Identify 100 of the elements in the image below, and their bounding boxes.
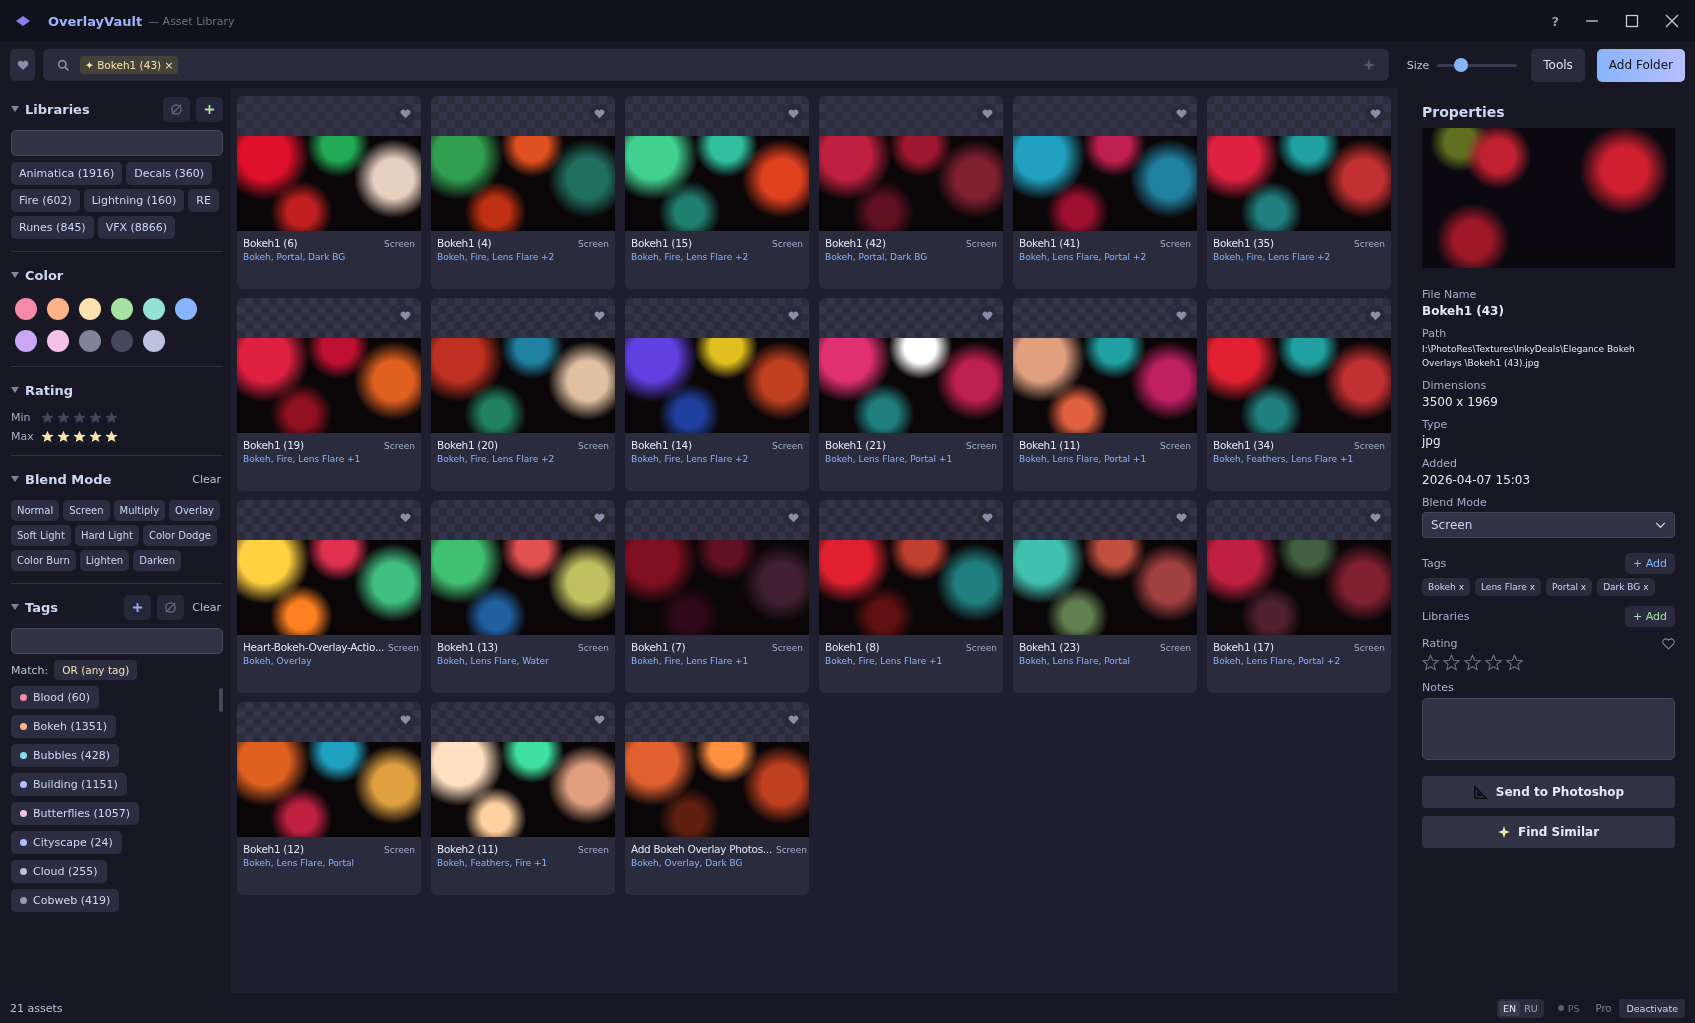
asset-card[interactable]: Bokeh1 (19) Screen Bokeh, Fire, Lens Flare +1 [237,298,421,491]
search-field[interactable]: ✦ Bokeh1 (43) × [43,49,1389,81]
add-library-button[interactable]: + Add [1625,606,1675,627]
clear-button[interactable]: Clear [190,472,223,486]
tag-chip[interactable]: Cityscape (24) [11,831,122,854]
tag-chip[interactable]: Cobweb (419) [11,889,120,912]
tag-chip[interactable]: Bokeh x [1422,578,1470,596]
favorite-button[interactable] [977,306,997,326]
asset-card[interactable]: Bokeh1 (41) Screen Bokeh, Lens Flare, Portal +2 [1013,96,1197,289]
clear-filter-button[interactable] [157,594,185,620]
tag-chip[interactable]: Portal x [1546,578,1593,596]
favorite-button[interactable] [589,306,609,326]
collapse-caret-icon[interactable] [11,106,19,112]
favorite-button[interactable] [395,508,415,528]
star-icon[interactable] [89,430,102,443]
blend-mode-chip[interactable]: Multiply [113,500,166,521]
favorite-button[interactable] [977,104,997,124]
scrollbar-thumb[interactable] [219,688,223,712]
blend-mode-chip[interactable]: Normal [11,500,60,521]
star-icon[interactable] [57,430,70,443]
size-slider[interactable] [1437,57,1518,73]
blend-mode-chip[interactable]: Lighten [79,550,130,571]
library-chip[interactable]: Fire (602) [11,189,80,212]
tag-chip[interactable]: Dark BG x [1597,578,1655,596]
tag-chip[interactable]: Bubbles (428) [11,744,120,767]
asset-card[interactable]: Heart-Bokeh-Overlay-Actio... Screen Bokeh, Overlay [237,500,421,693]
maximize-icon[interactable] [1625,14,1639,28]
language-toggle[interactable]: RU [1520,1000,1542,1016]
deactivate-button[interactable]: Deactivate [1619,998,1685,1018]
asset-card[interactable]: Bokeh1 (12) Screen Bokeh, Lens Flare, Portal [237,702,421,895]
favorite-button[interactable] [1171,508,1191,528]
heart-icon[interactable] [1662,637,1675,650]
collapse-caret-icon[interactable] [11,387,19,393]
color-swatch[interactable] [47,298,69,320]
help-button[interactable]: ? [1551,13,1559,29]
add-tag-button[interactable]: + Add [1625,553,1675,574]
collapse-caret-icon[interactable] [11,604,19,610]
favorite-button[interactable] [783,306,803,326]
asset-card[interactable]: Bokeh1 (23) Screen Bokeh, Lens Flare, Portal [1013,500,1197,693]
color-swatch[interactable] [143,330,165,352]
color-swatch[interactable] [47,330,69,352]
star-icon[interactable] [57,411,70,424]
color-swatch[interactable] [143,298,165,320]
blend-mode-chip[interactable]: Hard Light [74,525,139,546]
color-swatch[interactable] [111,298,133,320]
star-icon[interactable] [105,411,118,424]
library-chip[interactable]: Runes (845) [11,216,94,239]
library-chip[interactable]: Animatica (1916) [11,162,123,185]
favorite-button[interactable] [783,508,803,528]
favorite-button[interactable] [589,104,609,124]
library-chip[interactable]: Lightning (160) [83,189,185,212]
asset-card[interactable]: Bokeh1 (34) Screen Bokeh, Feathers, Lens Flare +1 [1207,298,1391,491]
tag-chip[interactable]: Butterflies (1057) [11,802,139,825]
search-filter-chip[interactable]: ✦ Bokeh1 (43) × [80,56,179,74]
find-similar-button[interactable]: Find Similar [1422,816,1675,848]
asset-card[interactable]: Bokeh1 (7) Screen Bokeh, Fire, Lens Flare +1 [625,500,809,693]
star-icon[interactable] [41,411,54,424]
close-icon[interactable] [1665,14,1679,28]
blend-mode-chip[interactable]: Color Dodge [142,525,217,546]
blend-mode-chip[interactable]: Soft Light [11,525,71,546]
color-swatch[interactable] [79,298,101,320]
asset-card[interactable]: Bokeh1 (14) Screen Bokeh, Fire, Lens Flare +2 [625,298,809,491]
clear-filter-button[interactable] [163,96,190,122]
blend-mode-chip[interactable]: Overlay [169,500,220,521]
notes-field[interactable] [1422,698,1675,760]
tag-chip[interactable]: Blood (60) [11,686,100,709]
tag-chip[interactable]: Bokeh (1351) [11,715,117,738]
favorite-button[interactable] [395,306,415,326]
tag-filter-field[interactable] [11,628,223,654]
color-swatch[interactable] [79,330,101,352]
favorite-button[interactable] [977,508,997,528]
star-icon[interactable] [1485,654,1502,671]
asset-card[interactable]: Bokeh1 (8) Screen Bokeh, Fire, Lens Flare +1 [819,500,1003,693]
favorite-button[interactable] [783,710,803,730]
tag-chip[interactable]: Lens Flare x [1475,578,1542,596]
library-chip[interactable]: RE [188,189,219,212]
favorite-button[interactable] [395,710,415,730]
clear-button[interactable]: Clear [190,600,223,614]
star-icon[interactable] [41,430,54,443]
add-folder-button[interactable]: Add Folder [1596,48,1685,82]
color-swatch[interactable] [15,330,37,352]
favorite-button[interactable] [589,508,609,528]
asset-card[interactable]: Bokeh1 (20) Screen Bokeh, Fire, Lens Flare +2 [431,298,615,491]
collapse-caret-icon[interactable] [11,476,19,482]
library-chip[interactable]: VFX (8866) [97,216,176,239]
asset-card[interactable]: Bokeh1 (17) Screen Bokeh, Lens Flare, Portal +2 [1207,500,1391,693]
asset-card[interactable]: Add Bokeh Overlay Photos... Screen Bokeh, Overlay, Dark BG [625,702,809,895]
favorite-button[interactable] [589,710,609,730]
tag-chip[interactable]: Building (1151) [11,773,127,796]
tools-button[interactable]: Tools [1531,48,1585,82]
asset-card[interactable]: Bokeh1 (4) Screen Bokeh, Fire, Lens Flare +2 [431,96,615,289]
favorites-button[interactable] [10,49,35,81]
asset-card[interactable]: Bokeh1 (11) Screen Bokeh, Lens Flare, Portal +1 [1013,298,1197,491]
asset-card[interactable]: Bokeh1 (21) Screen Bokeh, Lens Flare, Portal +1 [819,298,1003,491]
favorite-button[interactable] [1171,104,1191,124]
collapse-caret-icon[interactable] [11,272,19,278]
star-icon[interactable] [73,430,86,443]
star-icon[interactable] [105,430,118,443]
asset-card[interactable]: Bokeh1 (42) Screen Bokeh, Portal, Dark BG [819,96,1003,289]
match-mode-button[interactable]: OR (any tag) [54,660,138,680]
